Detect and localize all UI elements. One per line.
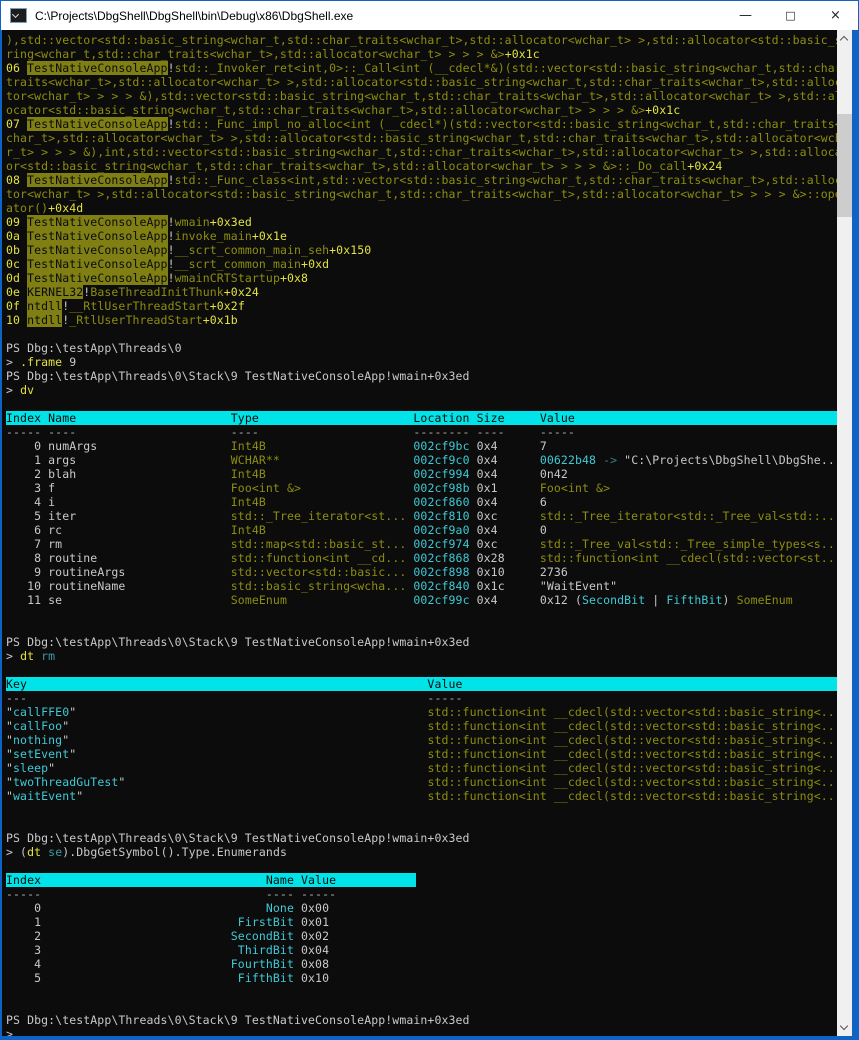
table-row: "callFFE0" std::function<int __cdecl(std…	[6, 705, 837, 719]
command-line: > dv	[6, 383, 35, 397]
prompt-path-line: PS Dbg:\testApp\Threads\0\Stack\9 TestNa…	[6, 369, 470, 383]
minimize-button[interactable]: —	[723, 1, 768, 30]
table-row: 4 FourthBit 0x08	[6, 957, 330, 971]
table-row: "setEvent" std::function<int __cdecl(std…	[6, 747, 837, 761]
command-line: > dt rm	[6, 649, 56, 663]
console-output[interactable]: ),std::vector<std::basic_string<wchar_t,…	[2, 30, 837, 1036]
minimize-icon: —	[739, 8, 752, 23]
prompt-path-line: PS Dbg:\testApp\Threads\0	[6, 341, 182, 355]
stack-frame-continuation: ator()+0x4d	[6, 201, 84, 215]
table-row: 7 rm std::map<std::basic_st... 002cf974 …	[6, 537, 837, 551]
close-icon: ×	[830, 8, 841, 23]
command-line: > (dt se).DbgGetSymbol().Type.Enumerands	[6, 845, 287, 859]
table-row: "twoThreadGuTest" std::function<int __cd…	[6, 775, 837, 789]
table-row: 3 ThirdBit 0x04	[6, 943, 330, 957]
table-header-row: Index Name Value	[6, 873, 837, 887]
app-icon	[10, 8, 27, 23]
stack-frame-line: 0f ntdll!__RtlUserThreadStart+0x2f	[6, 299, 245, 313]
window-title: C:\Projects\DbgShell\DbgShell\bin\Debug\…	[35, 8, 354, 23]
command-line: >	[6, 1027, 14, 1036]
table-row: 2 blah Int4B 002cf994 0x4 0n42	[6, 467, 568, 481]
maximize-icon: □	[785, 9, 796, 22]
table-separator-row: --- -----	[6, 691, 463, 705]
stack-frame-line: 0b TestNativeConsoleApp!__scrt_common_ma…	[6, 243, 372, 257]
command-line: > .frame 9	[6, 355, 77, 369]
table-row: 0 numArgs Int4B 002cf9bc 0x4 7	[6, 439, 547, 453]
stack-frame-line: 0a TestNativeConsoleApp!invoke_main+0x1e	[6, 229, 287, 243]
stack-frame-continuation: char_t>,std::allocator<wchar_t> >,std::a…	[6, 131, 837, 145]
prompt-path-line: PS Dbg:\testApp\Threads\0\Stack\9 TestNa…	[6, 831, 470, 845]
stack-frame-continuation: tor<wchar_t> > > > &),std::vector<std::b…	[6, 89, 837, 103]
table-row: 4 i Int4B 002cf860 0x4 6	[6, 495, 547, 509]
table-separator-row: ----- ---- ---- -------- ---- -----	[6, 425, 575, 439]
table-header-row: Key Value	[6, 677, 837, 691]
stack-frame-continuation: or<std::basic_string<wchar_t,std::char_t…	[6, 159, 723, 173]
prompt-path-line: PS Dbg:\testApp\Threads\0\Stack\9 TestNa…	[6, 635, 470, 649]
table-separator-row: ----- ---- -----	[6, 887, 337, 901]
stack-frame-line: 08 TestNativeConsoleApp!std::_Func_class…	[6, 173, 837, 187]
table-row: 5 iter std::_Tree_iterator<st... 002cf81…	[6, 509, 837, 523]
scrollbar[interactable]	[837, 30, 852, 1036]
table-header-row: Index Name Type Location Size Value	[6, 411, 837, 425]
table-row: 11 se SomeEnum 002cf99c 0x4 0x12 (Second…	[6, 593, 793, 607]
stack-frame-continuation: traits<wchar_t>,std::allocator<wchar_t> …	[6, 75, 837, 89]
table-row: 6 rc Int4B 002cf9a0 0x4 0	[6, 523, 547, 537]
close-button[interactable]: ×	[813, 1, 858, 30]
table-row: 10 routineName std::basic_string<wcha...…	[6, 579, 618, 593]
stack-frame-line: 07 TestNativeConsoleApp!std::_Func_impl_…	[6, 117, 837, 131]
maximize-button[interactable]: □	[768, 1, 813, 30]
table-row: 2 SecondBit 0x02	[6, 929, 330, 943]
stack-frame-continuation: r_t> > > > &),int,std::vector<std::basic…	[6, 145, 837, 159]
stack-frame-continuation: tor<wchar_t> >,std::allocator<std::basic…	[6, 187, 837, 201]
stack-frame-continuation: ring<wchar_t,std::char_traits<wchar_t>,s…	[6, 47, 540, 61]
title-bar[interactable]: C:\Projects\DbgShell\DbgShell\bin\Debug\…	[1, 1, 858, 30]
table-row: 0 None 0x00	[6, 901, 330, 915]
stack-frame-line: 09 TestNativeConsoleApp!wmain+0x3ed	[6, 215, 252, 229]
table-row: 1 FirstBit 0x01	[6, 915, 330, 929]
table-row: "sleep" std::function<int __cdecl(std::v…	[6, 761, 837, 775]
table-row: "waitEvent" std::function<int __cdecl(st…	[6, 789, 837, 803]
stack-frame-continuation: ocator<std::basic_string<wchar_t,std::ch…	[6, 103, 681, 117]
table-row: "callFoo" std::function<int __cdecl(std:…	[6, 719, 837, 733]
table-row: 3 f Foo<int &> 002cf98b 0x1 Foo<int &>	[6, 481, 611, 495]
stack-frame-line: 06 TestNativeConsoleApp!std::_Invoker_re…	[6, 61, 837, 75]
table-row: 9 routineArgs std::vector<std::basic... …	[6, 565, 568, 579]
scrollbar-thumb[interactable]	[837, 114, 852, 217]
stack-frame-continuation: ),std::vector<std::basic_string<wchar_t,…	[6, 33, 837, 47]
scroll-down-icon[interactable]	[837, 1020, 852, 1035]
stack-frame-line: 0e KERNEL32!BaseThreadInitThunk+0x24	[6, 285, 259, 299]
table-row: 8 routine std::function<int __cd... 002c…	[6, 551, 837, 565]
dbgshell-window: C:\Projects\DbgShell\DbgShell\bin\Debug\…	[0, 0, 859, 1040]
table-row: 5 FifthBit 0x10	[6, 971, 330, 985]
prompt-path-line: PS Dbg:\testApp\Threads\0\Stack\9 TestNa…	[6, 1013, 470, 1027]
scroll-up-icon[interactable]	[837, 31, 852, 46]
stack-frame-line: 0c TestNativeConsoleApp!__scrt_common_ma…	[6, 257, 330, 271]
stack-frame-line: 10 ntdll!_RtlUserThreadStart+0x1b	[6, 313, 238, 327]
stack-frame-line: 0d TestNativeConsoleApp!wmainCRTStartup+…	[6, 271, 309, 285]
table-row: "nothing" std::function<int __cdecl(std:…	[6, 733, 837, 747]
table-row: 1 args WCHAR** 002cf9c0 0x4 00622b48 -> …	[6, 453, 837, 467]
window-controls: — □ ×	[723, 1, 858, 30]
